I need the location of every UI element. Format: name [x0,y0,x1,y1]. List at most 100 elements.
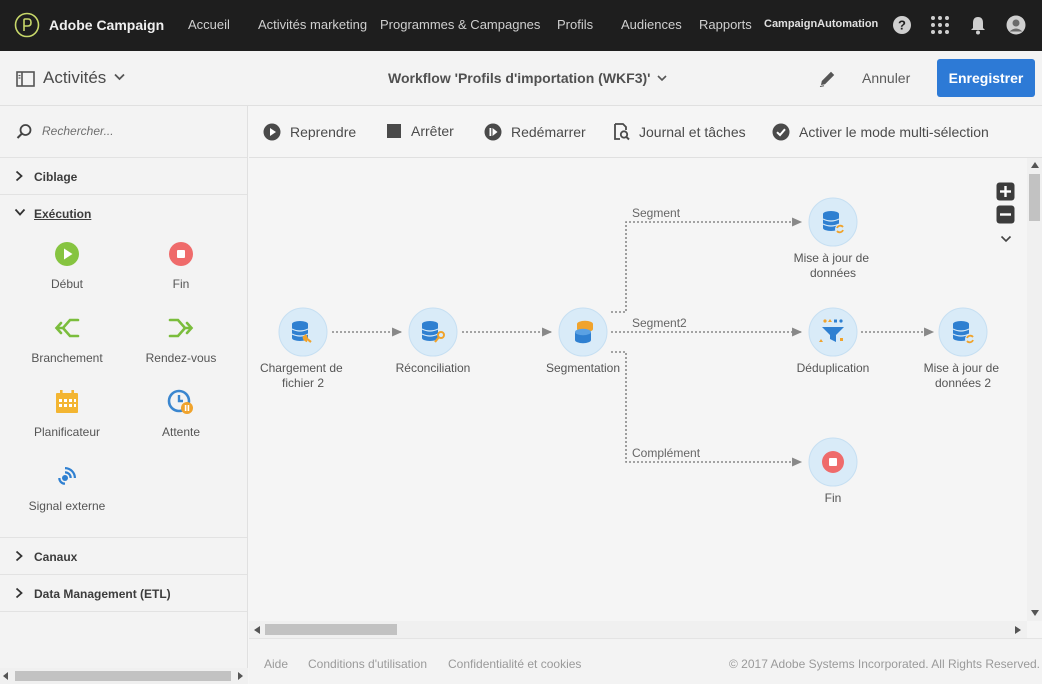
node-label: Mise à jour de [924,361,1000,375]
nav-marketing-activities[interactable]: Activités marketing [258,17,367,32]
palette-search[interactable]: Rechercher... [0,106,247,158]
scroll-left-icon[interactable] [254,626,260,634]
nav-audiences[interactable]: Audiences [621,17,682,32]
activity-label: Début [50,277,84,291]
node-load-file[interactable]: Chargement de fichier 2 [260,307,346,390]
org-name[interactable]: CampaignAutomation [764,18,878,30]
node-deduplication[interactable]: Déduplication [797,307,870,375]
restart-button[interactable]: Redémarrer [484,123,586,141]
help-icon[interactable]: ? [892,15,912,35]
app-name: Adobe Campaign [49,17,165,33]
sidebar-horizontal-scrollbar[interactable] [0,668,248,684]
category-channels[interactable]: Canaux [0,538,247,575]
nav-home[interactable]: Accueil [188,17,230,32]
activity-external-signal[interactable]: Signal externe [10,461,124,513]
restart-icon [484,123,502,141]
node-update-data[interactable]: Mise à jour de données [794,197,873,280]
activity-scheduler[interactable]: Planificateur [10,387,124,439]
activity-label: Rendez-vous [145,351,217,365]
activities-dropdown[interactable]: Activités [43,68,125,88]
activity-and-join[interactable]: Rendez-vous [124,313,238,365]
node-segmentation[interactable]: Segmentation [546,307,620,375]
workflow-canvas[interactable]: Segment Segment2 Complément Chargement d… [249,158,1027,621]
chevron-down-icon [657,75,667,82]
play-circle-icon [263,123,281,141]
stop-square-icon [387,124,401,138]
stop-label: Arrêter [411,123,454,139]
scrollbar-thumb[interactable] [1029,174,1040,221]
stop-button[interactable]: Arrêter [386,123,454,139]
transition-label-segment: Segment [632,206,681,220]
footer-privacy-link[interactable]: Confidentialité et cookies [448,657,581,671]
activity-start[interactable]: Début [10,239,124,291]
chevron-down-icon [114,73,125,81]
edit-pencil-icon[interactable] [818,69,837,88]
footer-terms-link[interactable]: Conditions d'utilisation [308,657,427,671]
category-data-management[interactable]: Data Management (ETL) [0,575,247,612]
scrollbar-thumb[interactable] [15,671,231,681]
transition-label-complement: Complément [632,446,701,460]
zoom-in-icon[interactable] [996,182,1015,201]
cancel-button[interactable]: Annuler [862,70,910,86]
log-tasks-button[interactable]: Journal et tâches [613,123,746,141]
notifications-bell-icon[interactable] [969,15,987,35]
scroll-left-icon[interactable] [3,672,9,680]
nav-programs-campaigns[interactable]: Programmes & Campagnes [380,17,540,32]
activity-fork[interactable]: Branchement [10,313,124,365]
svg-text:Mise à jour de données: Mise à jour de données 2 [924,361,1003,390]
footer: Aide Conditions d'utilisation Confidenti… [249,638,1042,684]
scroll-right-icon[interactable] [1015,626,1021,634]
activity-label: Attente [161,425,201,439]
scroll-right-icon[interactable] [237,672,243,680]
activity-end[interactable]: Fin [124,239,238,291]
user-avatar-icon[interactable] [1006,15,1026,35]
wait-clock-icon [167,389,193,414]
canvas-vertical-scrollbar[interactable] [1027,158,1042,621]
fork-branch-icon [54,318,80,338]
multiselect-mode-button[interactable]: Activer le mode multi-sélection [772,123,989,141]
zoom-out-icon[interactable] [996,205,1015,224]
node-label: Segmentation [546,361,620,375]
chevron-right-icon [15,550,23,562]
chevron-right-icon [15,587,23,599]
category-execution[interactable]: Exécution Début Fin Branchement Rendez-v… [0,195,247,538]
activities-palette: Rechercher... Ciblage Exécution Début Fi… [0,106,248,684]
activity-label: Signal externe [28,499,106,513]
chevron-down-icon[interactable] [1000,235,1012,243]
end-stop-icon [169,242,193,266]
scroll-up-icon[interactable] [1031,162,1039,168]
footer-help-link[interactable]: Aide [264,657,288,671]
transition-segment[interactable] [611,217,803,313]
check-circle-icon [772,123,790,141]
workflow-toolbar: Reprendre Arrêter Redémarrer Journal et … [249,106,1042,158]
start-play-icon [55,242,79,266]
category-targeting[interactable]: Ciblage [0,158,247,195]
node-end[interactable]: Fin [808,437,858,505]
node-label: Déduplication [797,361,870,375]
multiselect-label: Activer le mode multi-sélection [799,124,989,140]
log-search-icon [614,123,630,141]
calendar-icon [56,390,78,413]
resume-button[interactable]: Reprendre [263,123,356,141]
panel-toggle-icon[interactable] [16,71,35,87]
external-signal-icon [58,467,76,485]
nav-profiles[interactable]: Profils [557,17,593,32]
brand[interactable]: Adobe Campaign [14,12,164,38]
restart-label: Redémarrer [511,124,586,140]
apps-grid-icon[interactable] [930,15,950,35]
node-label: données 2 [935,376,991,390]
workflow-title-dropdown[interactable]: Workflow 'Profils d'importation (WKF3)' [388,70,667,86]
node-label: Mise à jour de [794,251,870,265]
scroll-down-icon[interactable] [1031,610,1039,616]
canvas-horizontal-scrollbar[interactable] [249,621,1027,638]
node-update-data-2[interactable]: Mise à jour de données 2 [924,307,1003,390]
activities-label: Activités [43,68,107,87]
scrollbar-thumb[interactable] [265,624,397,635]
node-reconciliation[interactable]: Réconciliation [396,307,471,375]
node-label: données [810,266,856,280]
activity-wait[interactable]: Attente [124,387,238,439]
nav-reports[interactable]: Rapports [699,17,752,32]
save-button[interactable]: Enregistrer [937,59,1035,97]
category-label: Exécution [34,207,92,221]
node-label: Chargement de [260,361,343,375]
